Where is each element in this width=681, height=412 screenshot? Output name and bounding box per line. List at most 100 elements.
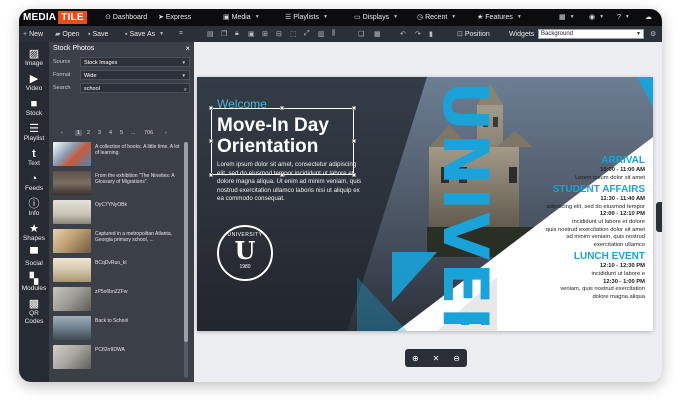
page-1[interactable]: 1 — [75, 130, 83, 136]
save-icon: ▪ — [88, 30, 91, 38]
list-item[interactable]: zP5o6bnZZFw — [53, 287, 181, 315]
rail-item-image[interactable]: ▨ Image — [19, 48, 49, 68]
chevron-down-icon: ▼ — [599, 14, 605, 20]
rail-item-qr-codes[interactable]: ▩ QR Codes — [19, 298, 49, 326]
nav-media[interactable]: ▣ Media ▼ — [223, 9, 260, 26]
nav-displays[interactable]: ▭ Displays ▼ — [354, 9, 398, 26]
nav-dashboard[interactable]: ⊙ Dashboard — [105, 9, 147, 26]
rail-item-modules[interactable]: ▚ Modules — [19, 273, 49, 293]
help-icon: ? — [617, 14, 621, 21]
format-select[interactable]: Wide ▼ — [80, 70, 190, 80]
resize-handle[interactable] — [352, 139, 356, 143]
resize-handle[interactable] — [209, 106, 213, 110]
search-row: Search school ⌕ — [53, 83, 190, 93]
university-seal[interactable]: UNIVERSITY U 1980 — [217, 225, 273, 281]
resize-handle[interactable] — [280, 106, 284, 110]
paste-button[interactable]: ▦ — [374, 26, 381, 42]
schedule[interactable]: ARRIVAL 10:00 - 11:00 AM Lorem ipsum dol… — [475, 155, 645, 301]
rail-item-stock[interactable]: ■ Stock — [19, 98, 49, 118]
result-caption: BCqDvRuo_kI — [95, 260, 127, 266]
prev-page-icon[interactable]: ‹ — [61, 130, 63, 136]
chevron-down-icon: ▼ — [636, 31, 641, 37]
media-icon: ▣ — [223, 14, 230, 21]
nav-recent[interactable]: ◷ Recent ▼ — [417, 9, 456, 26]
new-button[interactable]: + New — [23, 26, 43, 42]
list-item[interactable]: From the exhibition "The Nineties: A Glo… — [53, 171, 181, 199]
zoom-reset-icon[interactable]: ✕ — [433, 354, 440, 363]
duplicate-button[interactable]: ❏ — [358, 26, 364, 42]
undo-button[interactable]: ↶ — [400, 26, 406, 42]
expand-button[interactable]: ⤢ — [304, 26, 310, 42]
title-line-1[interactable]: Move-In Day — [217, 115, 329, 136]
ungroup-button[interactable]: ⊟ — [276, 26, 282, 42]
settings-button[interactable]: ⚙ — [650, 26, 656, 42]
list-item[interactable]: OyC7YNyOBk — [53, 200, 181, 228]
fit-button[interactable]: ⬚ — [290, 26, 297, 42]
body-text[interactable]: Lorem ipsum dolor sit amet, consectetur … — [217, 161, 363, 204]
rail-item-shapes[interactable]: ★ Shapes — [19, 223, 49, 243]
nav-cloud[interactable]: ☁ — [645, 9, 652, 26]
redo-button[interactable]: ↷ — [415, 26, 421, 42]
resize-handle[interactable] — [209, 139, 213, 143]
qr-codes-icon: ▩ — [28, 298, 40, 310]
page-3[interactable]: 3 — [98, 130, 101, 136]
rail-item-video[interactable]: ▶ Video — [19, 73, 49, 93]
open-button[interactable]: ▰ Open — [55, 26, 80, 42]
rail-item-feeds[interactable]: ◔ Feeds — [19, 173, 49, 193]
align-button[interactable]: ▥ — [318, 26, 325, 42]
source-value: Stock Images — [84, 60, 118, 66]
title-line-2[interactable]: Orientation — [217, 136, 318, 157]
resize-handle[interactable] — [352, 106, 356, 110]
widgets-select[interactable]: Background ▼ — [538, 29, 644, 39]
save-button[interactable]: ▪ Save — [88, 26, 108, 42]
search-input[interactable]: school ⌕ — [80, 83, 190, 93]
list-item[interactable]: A collection of books. A little time. A … — [53, 142, 181, 170]
rail-item-info[interactable]: ⓘ Info — [19, 198, 49, 218]
results-scrollbar-thumb[interactable] — [184, 142, 188, 342]
result-thumbnail — [53, 287, 91, 311]
source-select[interactable]: Stock Images ▼ — [80, 57, 190, 67]
lock-button[interactable]: 🔒︎ — [235, 26, 239, 42]
brand-logo[interactable]: MEDIA TILE — [19, 9, 87, 26]
crop-button[interactable]: ⌗ — [179, 26, 183, 42]
nav-features[interactable]: ★ Features ▼ — [477, 9, 522, 26]
new-label: New — [29, 30, 44, 38]
list-item[interactable]: Captured in a metropolitan Atlanta, Geor… — [53, 229, 181, 257]
nav-account[interactable]: ◉ ▼ — [589, 9, 604, 26]
page-2[interactable]: 2 — [87, 130, 90, 136]
delete-button[interactable]: ▮ — [429, 26, 433, 42]
page-5[interactable]: 5 — [120, 130, 123, 136]
list-item[interactable]: Back to School — [53, 316, 181, 344]
lock-all-button[interactable]: ▣ — [248, 26, 255, 42]
slide-canvas[interactable]: UNIVER Welcome Move-In Day Orientation L… — [197, 77, 653, 331]
search-icon[interactable]: ⌕ — [184, 85, 187, 95]
close-icon[interactable]: × — [185, 44, 190, 53]
nav-help[interactable]: ? ▼ — [617, 9, 630, 26]
save-as-button[interactable]: ▪ Save As ▼ — [125, 26, 164, 42]
page-last[interactable]: 706 — [144, 130, 153, 136]
zoom-out-icon[interactable]: ⊖ — [453, 354, 460, 363]
nav-express[interactable]: ➤ Express — [158, 9, 191, 26]
text-icon: t — [32, 148, 36, 160]
page-4[interactable]: 4 — [109, 130, 112, 136]
copy-button[interactable]: ❐ — [221, 26, 227, 42]
rail-item-social[interactable]: ▀ Social — [19, 248, 49, 268]
result-caption: From the exhibition "The Nineties: A Glo… — [95, 173, 175, 185]
student-text-4: ad minim veniam, quis nostrud — [566, 234, 645, 241]
layer-button[interactable]: ▤ — [207, 26, 214, 42]
top-navigation: MEDIA TILE ⊙ Dashboard ➤ Express ▣ Media… — [19, 9, 662, 26]
next-page-icon[interactable]: › — [165, 130, 167, 136]
side-panel-toggle[interactable] — [656, 202, 662, 232]
nav-apps[interactable]: ▦ ▼ — [559, 9, 575, 26]
zoom-in-icon[interactable]: ⊕ — [412, 354, 419, 363]
resize-handle[interactable] — [209, 173, 213, 177]
nav-playlists[interactable]: ☰ Playlists ▼ — [285, 9, 328, 26]
list-item[interactable]: BCqDvRuo_kI — [53, 258, 181, 286]
plus-icon: + — [23, 30, 28, 38]
position-button[interactable]: ⊡ Position — [457, 26, 490, 42]
rail-item-playlist[interactable]: ☰ Playlist — [19, 123, 49, 143]
rail-item-text[interactable]: t Text — [19, 148, 49, 168]
list-item[interactable]: PCfI2rrlIDWA — [53, 345, 181, 373]
distribute-button[interactable]: ⫼ — [332, 26, 335, 42]
group-button[interactable]: ⊞ — [262, 26, 268, 42]
